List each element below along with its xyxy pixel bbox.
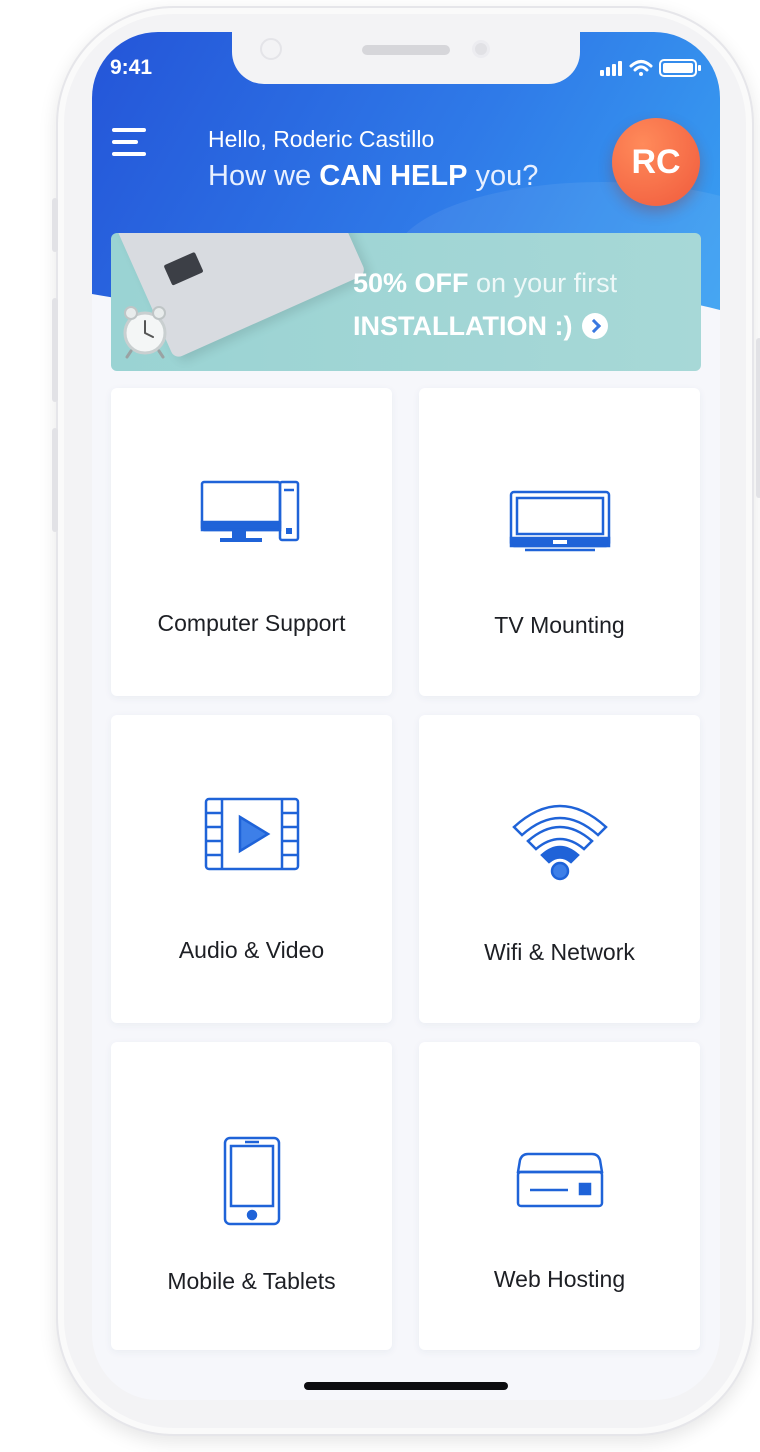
service-card-tv-mounting[interactable]: TV Mounting: [419, 388, 700, 696]
avatar[interactable]: RC: [612, 118, 700, 206]
service-card-wifi-network[interactable]: Wifi & Network: [419, 715, 700, 1023]
front-camera-icon: [472, 40, 490, 58]
service-label: Computer Support: [157, 610, 346, 636]
phone-volume-down-button: [52, 428, 58, 532]
speaker-grille: [362, 45, 450, 55]
video-icon: [111, 797, 392, 871]
phone-side-button: [52, 198, 58, 252]
help-prefix: How we: [208, 160, 320, 192]
service-label: Audio & Video: [178, 937, 325, 963]
mobile-icon: [111, 1136, 392, 1226]
services-grid: Computer Support TV Mounting Audio & Vid…: [111, 388, 701, 1350]
tv-icon: [419, 490, 700, 554]
wifi-status-icon: [629, 60, 653, 76]
service-label: Wifi & Network: [484, 939, 635, 965]
help-bold: CAN HELP: [319, 160, 468, 192]
banner-discount: 50% OFF: [353, 268, 469, 298]
service-card-audio-video[interactable]: Audio & Video: [111, 715, 392, 1023]
banner-installation-text: INSTALLATION :): [353, 311, 609, 342]
alarm-clock-icon: [123, 306, 167, 359]
greeting-text: Hello, Roderic Castillo: [208, 126, 435, 152]
banner-offer-text: 50% OFF on your first: [353, 268, 617, 299]
wifi-icon: [419, 799, 700, 881]
home-indicator[interactable]: [304, 1382, 508, 1390]
phone-volume-up-button: [52, 298, 58, 402]
menu-icon[interactable]: [112, 128, 148, 158]
promo-banner[interactable]: 50% OFF on your first INSTALLATION :): [111, 233, 701, 371]
service-card-web-hosting[interactable]: Web Hosting: [419, 1042, 700, 1350]
battery-icon: [659, 59, 701, 77]
banner-line2-label: INSTALLATION :): [353, 311, 573, 341]
server-icon: [419, 1150, 700, 1210]
phone-power-button: [756, 338, 760, 498]
chevron-right-icon[interactable]: [582, 313, 609, 339]
service-label: Web Hosting: [493, 1266, 626, 1292]
service-card-computer-support[interactable]: Computer Support: [111, 388, 392, 696]
service-label: Mobile & Tablets: [167, 1268, 336, 1294]
help-heading: How we CAN HELP you?: [208, 160, 538, 193]
service-label: TV Mounting: [494, 612, 625, 638]
status-icons: [600, 56, 704, 80]
sensor-icon: [260, 38, 282, 60]
signal-icon: [600, 61, 622, 76]
help-suffix: you?: [467, 160, 539, 192]
status-time: 9:41: [110, 56, 153, 79]
computer-icon: [111, 480, 392, 550]
phone-notch: [232, 32, 580, 84]
banner-offer-suffix: on your first: [468, 268, 618, 298]
app-screen: 9:41 Hello, Roderic Castillo How we CAN …: [92, 32, 720, 1400]
service-card-mobile-tablets[interactable]: Mobile & Tablets: [111, 1042, 392, 1350]
